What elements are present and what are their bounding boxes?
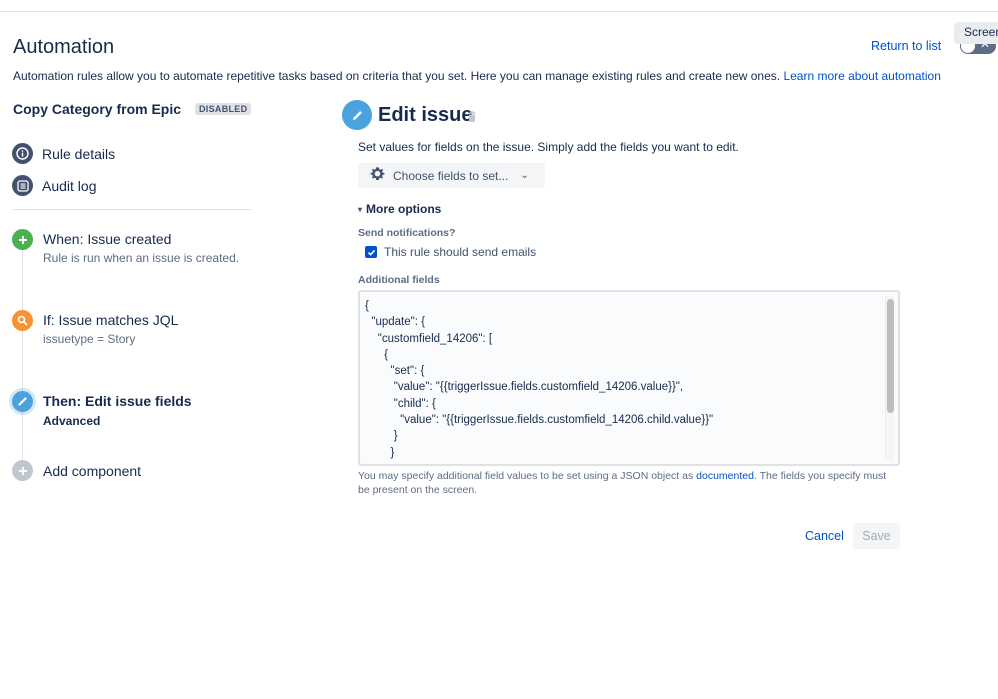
additional-fields-value: { "update": { "customfield_14206": [ { "… bbox=[365, 300, 714, 459]
info-icon bbox=[12, 143, 33, 164]
sidebar-item-label: Audit log bbox=[42, 177, 97, 194]
additional-fields-label: Additional fields bbox=[358, 274, 440, 286]
choose-fields-dropdown[interactable]: Choose fields to set... ⌄ bbox=[358, 163, 545, 188]
sidebar-item-audit-log[interactable]: Audit log bbox=[12, 175, 96, 196]
panel-title: Edit issue bbox=[378, 104, 473, 126]
send-emails-label: This rule should send emails bbox=[384, 245, 537, 259]
save-button[interactable]: Save bbox=[853, 523, 900, 549]
rule-name: Copy Category from Epic bbox=[13, 101, 182, 117]
more-options-toggle[interactable]: ▾ More options bbox=[358, 202, 441, 216]
plus-icon bbox=[12, 460, 33, 481]
search-icon bbox=[12, 310, 33, 331]
additional-fields-textarea[interactable]: { "update": { "customfield_14206": [ { "… bbox=[358, 290, 900, 466]
documented-link[interactable]: documented bbox=[696, 470, 754, 482]
step-subtitle: Advanced bbox=[43, 414, 101, 428]
list-icon bbox=[12, 175, 33, 196]
timeline-line bbox=[22, 240, 23, 470]
scrollbar-thumb[interactable] bbox=[887, 299, 894, 413]
screen-tooltip: Screen bbox=[954, 22, 998, 44]
top-divider bbox=[0, 11, 998, 12]
page-title: Automation bbox=[13, 36, 115, 58]
send-emails-checkbox[interactable]: This rule should send emails bbox=[365, 245, 536, 259]
return-to-list-link[interactable]: Return to list bbox=[871, 39, 941, 53]
trash-icon[interactable] bbox=[467, 110, 477, 128]
page-description: Automation rules allow you to automate r… bbox=[13, 69, 941, 83]
learn-more-link[interactable]: Learn more about automation bbox=[783, 69, 940, 83]
step-subtitle: issuetype = Story bbox=[43, 332, 136, 346]
gear-icon bbox=[370, 166, 385, 186]
panel-description: Set values for fields on the issue. Simp… bbox=[358, 140, 739, 154]
checkbox-checked-icon[interactable] bbox=[365, 246, 377, 258]
step-title: Add component bbox=[43, 463, 142, 479]
sidebar-item-label: Rule details bbox=[42, 145, 116, 162]
textarea-scrollbar[interactable] bbox=[885, 296, 894, 460]
page-description-text: Automation rules allow you to automate r… bbox=[13, 69, 784, 83]
additional-fields-help: You may specify additional field values … bbox=[358, 470, 898, 497]
pencil-icon bbox=[12, 391, 33, 412]
status-badge: DISABLED bbox=[195, 103, 252, 115]
step-title: If: Issue matches JQL bbox=[43, 312, 179, 328]
plus-icon bbox=[12, 229, 33, 250]
chevron-down-icon: ▾ bbox=[358, 204, 363, 214]
sidebar-divider bbox=[13, 209, 251, 210]
step-title: When: Issue created bbox=[43, 231, 172, 247]
more-options-label: More options bbox=[366, 202, 442, 216]
step-subtitle: Rule is run when an issue is created. bbox=[43, 251, 240, 265]
pencil-icon bbox=[342, 100, 372, 130]
cancel-button[interactable]: Cancel bbox=[797, 523, 852, 549]
step-title: Then: Edit issue fields bbox=[43, 393, 192, 409]
choose-fields-label: Choose fields to set... bbox=[393, 168, 509, 183]
chevron-down-icon: ⌄ bbox=[520, 170, 529, 181]
sidebar-item-rule-details[interactable]: Rule details bbox=[12, 143, 115, 164]
send-notifications-label: Send notifications? bbox=[358, 227, 456, 239]
help-text-before: You may specify additional field values … bbox=[358, 470, 697, 482]
